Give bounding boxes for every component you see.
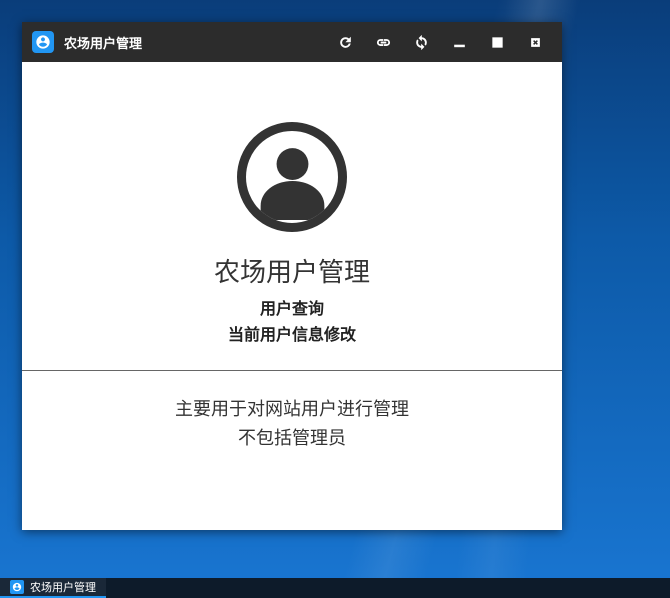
top-section: 农场用户管理 用户查询 当前用户信息修改	[22, 62, 562, 370]
minimize-button[interactable]	[440, 22, 478, 62]
description-line-1: 主要用于对网站用户进行管理	[22, 395, 562, 424]
app-window: 农场用户管理 农场用户管理 用	[22, 22, 562, 530]
taskbar[interactable]: 农场用户管理	[0, 578, 670, 598]
link-icon[interactable]	[364, 22, 402, 62]
window-content: 农场用户管理 用户查询 当前用户信息修改 主要用于对网站用户进行管理 不包括管理…	[22, 62, 562, 530]
page-heading: 农场用户管理	[214, 252, 370, 289]
user-circle-icon	[35, 34, 51, 50]
sync-icon[interactable]	[402, 22, 440, 62]
taskbar-app-icon	[10, 580, 24, 594]
app-icon	[32, 31, 54, 53]
taskbar-app-item[interactable]: 农场用户管理	[0, 578, 106, 598]
description-line-2: 不包括管理员	[22, 424, 562, 453]
edit-user-info-link[interactable]: 当前用户信息修改	[228, 323, 356, 349]
bottom-section: 主要用于对网站用户进行管理 不包括管理员	[22, 371, 562, 453]
taskbar-app-label: 农场用户管理	[30, 579, 96, 595]
maximize-button[interactable]	[478, 22, 516, 62]
window-title: 农场用户管理	[64, 33, 142, 52]
user-avatar-icon	[237, 122, 347, 232]
close-button[interactable]	[516, 22, 554, 62]
user-query-link[interactable]: 用户查询	[260, 297, 324, 323]
titlebar[interactable]: 农场用户管理	[22, 22, 562, 62]
refresh-icon[interactable]	[326, 22, 364, 62]
